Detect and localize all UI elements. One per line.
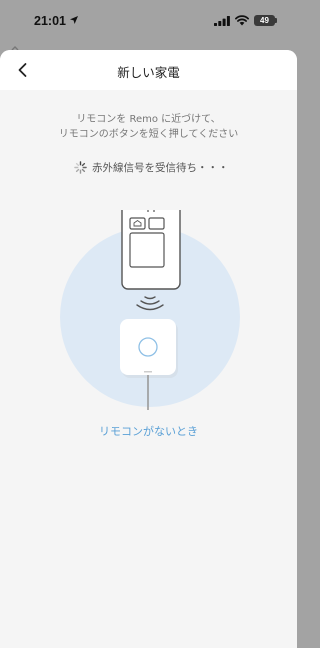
remote-control-icon [121,210,181,290]
remote-to-remo-illustration [60,210,240,410]
status-time: 21:01 [34,14,66,28]
status-bar: 21:01 49 [0,0,297,44]
instruction-line-2: リモコンのボタンを短く押してください [58,129,239,140]
page-title: 新しい家電 [117,65,180,80]
battery-tip [275,18,277,23]
modal-sheet: 新しい家電 リモコンを Remo に近づけて、 リモコンのボタンを短く押してくだ… [0,50,297,648]
navigation-bar: 新しい家電 [0,50,297,90]
loading-spinner-icon [74,160,87,174]
waiting-text: 赤外線信号を受信待ち・・・ [92,161,229,174]
instruction-line-1: リモコンを Remo に近づけて、 [76,114,221,125]
cellular-signal-icon [214,16,230,26]
instruction-text: リモコンを Remo に近づけて、 リモコンのボタンを短く押してください [0,112,297,142]
receiving-status: 赤外線信号を受信待ち・・・ [74,160,229,174]
no-remote-link[interactable]: リモコンがないとき [0,423,297,439]
wifi-icon [235,15,249,26]
location-arrow-icon [70,16,78,24]
battery-indicator: 49 [254,15,275,26]
